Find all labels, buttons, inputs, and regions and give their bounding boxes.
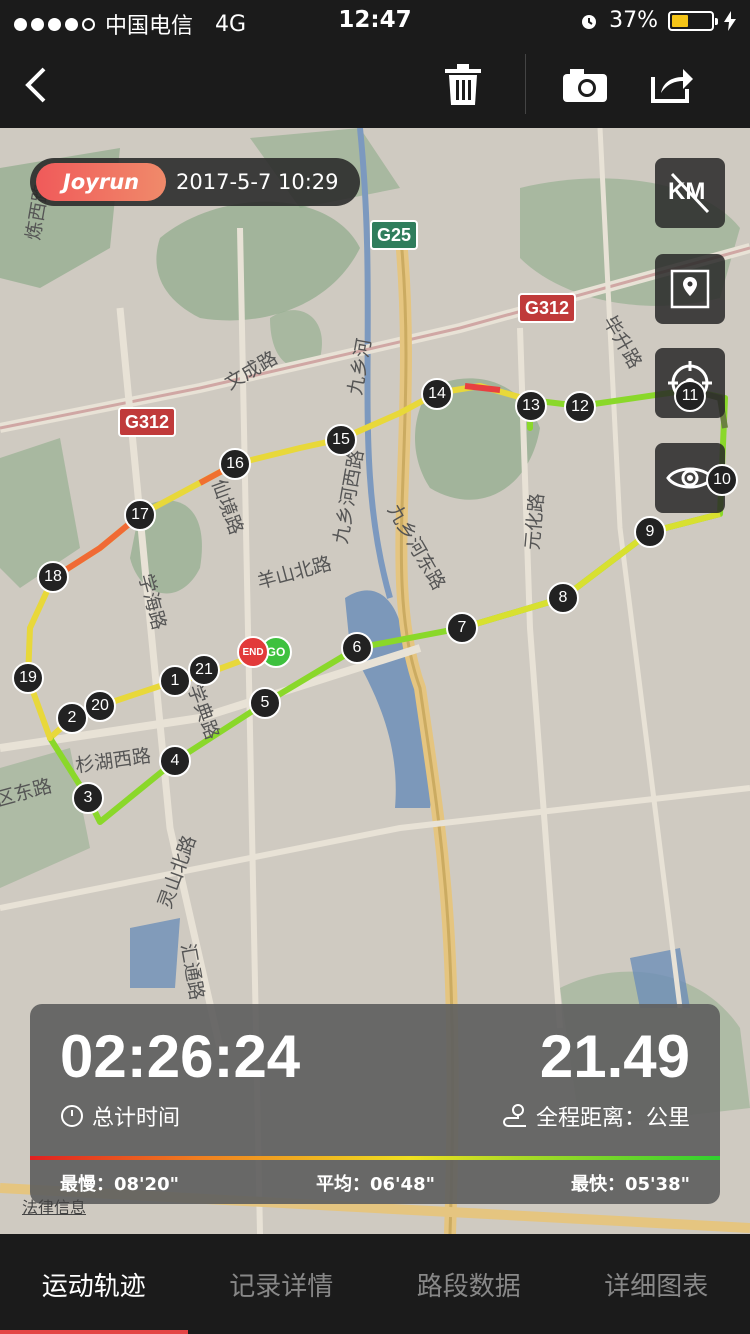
tab-track[interactable]: 运动轨迹	[0, 1234, 188, 1334]
clock-icon	[61, 1105, 83, 1127]
km-marker[interactable]: 13	[515, 390, 547, 422]
run-info-badge: Joyrun 2017-5-7 10:29	[30, 158, 360, 206]
camera-icon[interactable]	[560, 60, 610, 110]
toolbar-divider	[525, 54, 526, 114]
km-marker[interactable]: 6	[341, 632, 373, 664]
alarm-icon	[582, 14, 597, 29]
end-flag[interactable]: END	[237, 636, 269, 668]
distance-value: 21.49	[539, 1023, 690, 1090]
km-marker[interactable]: 19	[12, 662, 44, 694]
back-icon[interactable]	[12, 60, 62, 110]
km-toggle-icon: KM	[668, 172, 712, 214]
map-view[interactable]: 炼西路 文成路 九乡河 九乡河东路 九乡河西路 仙境路 羊山北路 学海路 学典路…	[0, 128, 750, 1234]
pace-gradient-bar	[30, 1156, 720, 1160]
highway-shield: G312	[518, 293, 577, 323]
highway-shield: G312	[118, 407, 177, 437]
map-layer-icon	[670, 269, 710, 309]
road-label: 元化路	[521, 492, 549, 551]
legal-info-link[interactable]: 法律信息	[22, 1194, 86, 1218]
km-marker[interactable]: 7	[446, 612, 478, 644]
route-icon	[503, 1104, 526, 1127]
brand-logo: Joyrun	[36, 163, 166, 201]
top-toolbar	[0, 42, 750, 128]
km-marker[interactable]: 4	[159, 745, 191, 777]
share-icon[interactable]	[647, 60, 697, 110]
km-marker[interactable]: 5	[249, 687, 281, 719]
total-time-value: 02:26:24	[60, 1023, 301, 1090]
status-right: 37%	[579, 8, 736, 33]
total-time-label: 总计时间	[60, 1100, 180, 1132]
km-marker[interactable]: 20	[84, 690, 116, 722]
run-datetime: 2017-5-7 10:29	[176, 170, 339, 194]
km-marker[interactable]: 14	[421, 378, 453, 410]
status-bar: 中国电信 4G 12:47 37%	[0, 0, 750, 42]
km-marker[interactable]: 16	[219, 448, 251, 480]
km-marker[interactable]: 1	[159, 665, 191, 697]
km-marker[interactable]: 15	[325, 424, 357, 456]
trash-icon[interactable]	[438, 60, 488, 110]
average-pace: 平均：06'48"	[316, 1174, 435, 1195]
battery-percent: 37%	[609, 8, 658, 33]
battery-icon	[668, 10, 718, 31]
tab-detailed-charts[interactable]: 详细图表	[563, 1234, 750, 1334]
km-marker[interactable]: 11	[674, 380, 706, 412]
tab-record-details[interactable]: 记录详情	[188, 1234, 376, 1334]
distance-label: 全程距离：公里	[502, 1100, 690, 1132]
total-time-text: 总计时间	[92, 1106, 181, 1131]
stats-panel: 02:26:24 21.49 总计时间 全程距离：公里 最慢：08'20" 平均…	[30, 1004, 720, 1204]
fastest-pace: 最快：05'38"	[571, 1174, 690, 1195]
km-marker[interactable]: 18	[37, 561, 69, 593]
highway-shield: G25	[370, 220, 419, 250]
km-marker[interactable]: 8	[547, 582, 579, 614]
km-marker[interactable]: 17	[124, 499, 156, 531]
charging-icon	[724, 10, 736, 31]
distance-text: 全程距离：公里	[535, 1106, 690, 1131]
km-marker[interactable]: 10	[706, 464, 738, 496]
map-layer-button[interactable]	[655, 254, 725, 324]
slowest-pace: 最慢：08'20"	[60, 1174, 179, 1195]
bottom-tabs: 运动轨迹 记录详情 路段数据 详细图表	[0, 1234, 750, 1334]
km-marker[interactable]: 3	[72, 782, 104, 814]
km-toggle-button[interactable]: KM	[655, 158, 725, 228]
tab-segment-data[interactable]: 路段数据	[375, 1234, 563, 1334]
km-marker[interactable]: 12	[564, 391, 596, 423]
km-marker[interactable]: 9	[634, 516, 666, 548]
km-marker[interactable]: 21	[188, 654, 220, 686]
